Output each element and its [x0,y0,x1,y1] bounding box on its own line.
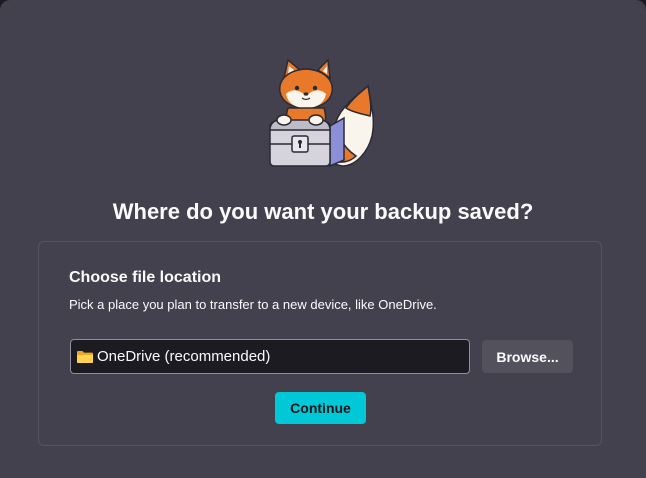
file-location-card: Choose file location Pick a place you pl… [38,241,602,446]
file-location-value: OneDrive (recommended) [97,348,271,365]
fox-with-lockbox-icon [269,58,375,168]
card-description: Pick a place you plan to transfer to a n… [69,297,437,312]
backup-dialog: Where do you want your backup saved? Cho… [0,0,646,478]
browse-button[interactable]: Browse... [482,340,573,373]
file-location-field[interactable]: OneDrive (recommended) [70,339,470,374]
dialog-title: Where do you want your backup saved? [112,199,534,224]
folder-icon [77,350,93,363]
continue-button[interactable]: Continue [275,392,366,424]
card-heading: Choose file location [69,269,222,286]
